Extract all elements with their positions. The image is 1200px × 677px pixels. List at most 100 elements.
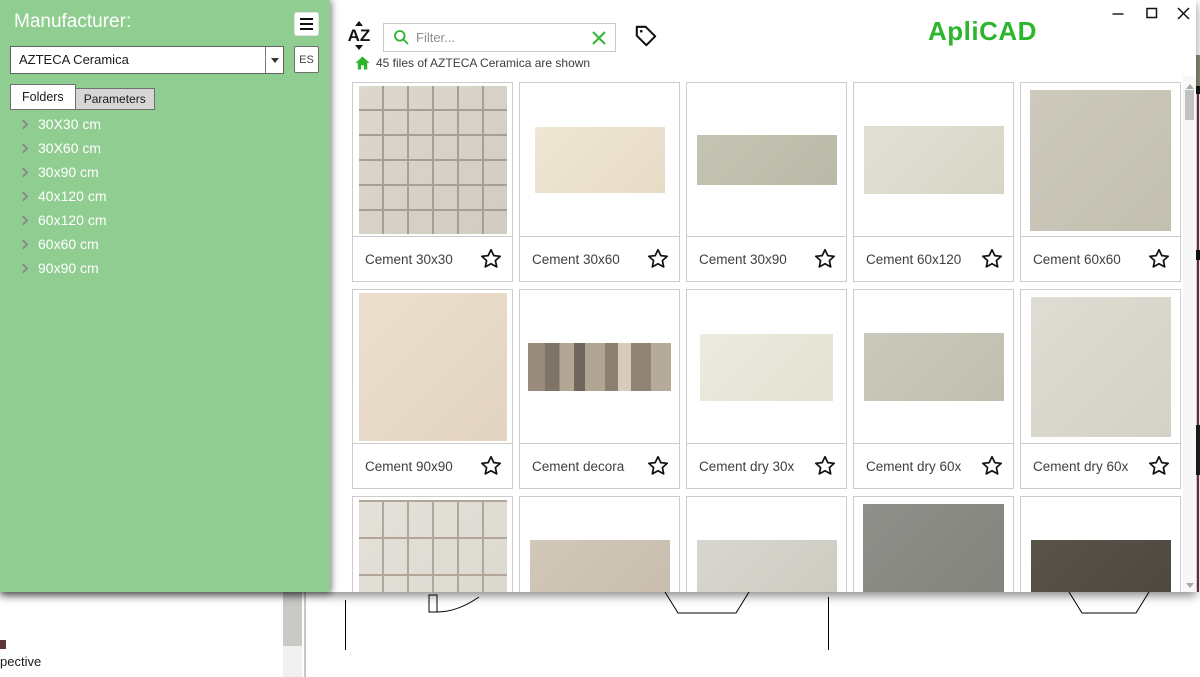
sidebar-item-60x120[interactable]: 60x120 cm [0, 208, 330, 232]
tile-preview [687, 83, 846, 237]
tile-preview [1021, 83, 1180, 237]
tag-icon [633, 23, 659, 49]
tile-name: Cement 30x90 [699, 252, 813, 267]
sidebar-item-30x60[interactable]: 30X60 cm [0, 136, 330, 160]
tile-preview [353, 497, 512, 592]
manufacturer-sidebar: Manufacturer: AZTECA Ceramica ES Folders… [0, 0, 330, 592]
tag-filter-button[interactable] [633, 23, 661, 51]
scrollbar-down-arrow[interactable] [1186, 583, 1194, 588]
tile-card[interactable]: Cement 90x90 [352, 289, 513, 489]
tile-card[interactable]: Cement 60x60 [1020, 82, 1181, 282]
star-icon[interactable] [980, 247, 1004, 271]
star-icon[interactable] [646, 247, 670, 271]
tile-image [1030, 90, 1171, 231]
background-app-edge [1196, 55, 1200, 592]
tile-card[interactable]: Cement decora [519, 289, 680, 489]
aplicad-logo: ApliCAD [928, 16, 1037, 47]
menu-button[interactable] [294, 12, 319, 36]
tile-preview [1021, 290, 1180, 444]
sidebar-tabs: Folders Parameters [10, 84, 155, 110]
grid-scrollbar-thumb[interactable] [1185, 90, 1194, 120]
tile-image [700, 334, 833, 401]
tile-card[interactable]: Cement dry 60x [853, 289, 1014, 489]
tile-image [530, 540, 670, 592]
chevron-right-icon [19, 239, 29, 249]
tab-folders[interactable]: Folders [10, 84, 76, 110]
sort-alphabetical-button[interactable]: AZ [344, 17, 374, 53]
tile-preview [687, 290, 846, 444]
manufacturer-dropdown[interactable]: AZTECA Ceramica [10, 46, 284, 74]
tab-parameters[interactable]: Parameters [75, 88, 155, 110]
filter-input[interactable] [416, 30, 583, 45]
home-icon [355, 56, 370, 70]
folder-tree: 30X30 cm 30X60 cm 30x90 cm 40x120 cm 60x… [0, 112, 330, 280]
chevron-right-icon [19, 215, 29, 225]
sidebar-item-30x30[interactable]: 30X30 cm [0, 112, 330, 136]
tile-image [697, 135, 837, 185]
tile-preview [520, 290, 679, 444]
clear-filter-button[interactable] [583, 30, 615, 46]
folder-label: 90x90 cm [38, 260, 99, 276]
status-bar: 45 files of AZTECA Ceramica are shown [355, 56, 590, 70]
catalog-panel: AZ ApliCAD [330, 0, 1196, 592]
language-button[interactable]: ES [294, 46, 319, 73]
x-icon [591, 30, 607, 46]
tile-card[interactable]: Cement 30x60 [519, 82, 680, 282]
tile-card[interactable]: Cement 60x120 [853, 82, 1014, 282]
sidebar-item-90x90[interactable]: 90x90 cm [0, 256, 330, 280]
star-icon[interactable] [479, 247, 503, 271]
maximize-icon [1146, 7, 1158, 19]
star-icon[interactable] [1147, 454, 1171, 478]
chevron-right-icon [19, 119, 29, 129]
tile-preview [520, 497, 679, 592]
tile-name: Cement 60x60 [1033, 252, 1147, 267]
tile-card[interactable] [686, 496, 847, 592]
star-icon[interactable] [813, 247, 837, 271]
maximize-button[interactable] [1140, 2, 1164, 24]
folder-label: 60x120 cm [38, 212, 106, 228]
close-icon [1177, 7, 1190, 20]
tile-image [863, 504, 1004, 593]
tile-name: Cement 60x120 [866, 252, 980, 267]
star-icon[interactable] [646, 454, 670, 478]
tile-image [1031, 297, 1171, 437]
folder-label: 60x60 cm [38, 236, 99, 252]
tile-card[interactable]: Cement 30x90 [686, 82, 847, 282]
tile-image [864, 333, 1004, 401]
sidebar-item-60x60[interactable]: 60x60 cm [0, 232, 330, 256]
tile-preview [854, 497, 1013, 592]
tile-card[interactable] [853, 496, 1014, 592]
tile-card[interactable] [1020, 496, 1181, 592]
folder-label: 30x90 cm [38, 164, 99, 180]
filter-search-box[interactable] [383, 23, 616, 52]
sidebar-item-40x120[interactable]: 40x120 cm [0, 184, 330, 208]
tile-card[interactable] [519, 496, 680, 592]
sidebar-item-30x90[interactable]: 30x90 cm [0, 160, 330, 184]
sort-up-arrow-icon [355, 21, 363, 26]
status-text: 45 files of AZTECA Ceramica are shown [376, 56, 590, 70]
chevron-down-icon[interactable] [265, 47, 283, 73]
tile-name: Cement 90x90 [365, 459, 479, 474]
tile-image [697, 540, 837, 592]
manufacturer-title: Manufacturer: [14, 11, 131, 33]
star-icon[interactable] [1147, 247, 1171, 271]
close-button[interactable] [1171, 2, 1195, 24]
star-icon[interactable] [479, 454, 503, 478]
tile-image [528, 343, 671, 391]
tile-preview [1021, 497, 1180, 592]
tile-preview [520, 83, 679, 237]
minimize-button[interactable] [1106, 2, 1130, 24]
star-icon[interactable] [813, 454, 837, 478]
star-icon[interactable] [980, 454, 1004, 478]
tile-preview [854, 83, 1013, 237]
grid-scrollbar-track[interactable] [1183, 76, 1196, 592]
scrollbar-up-arrow[interactable] [1186, 84, 1194, 89]
tile-name: Cement 30x30 [365, 252, 479, 267]
tile-card[interactable]: Cement dry 30x [686, 289, 847, 489]
tile-card[interactable]: Cement 30x30 [352, 82, 513, 282]
tile-name: Cement dry 60x [1033, 459, 1147, 474]
tile-card[interactable] [352, 496, 513, 592]
tile-card[interactable]: Cement dry 60x [1020, 289, 1181, 489]
chevron-right-icon [19, 143, 29, 153]
tile-image [359, 293, 507, 441]
